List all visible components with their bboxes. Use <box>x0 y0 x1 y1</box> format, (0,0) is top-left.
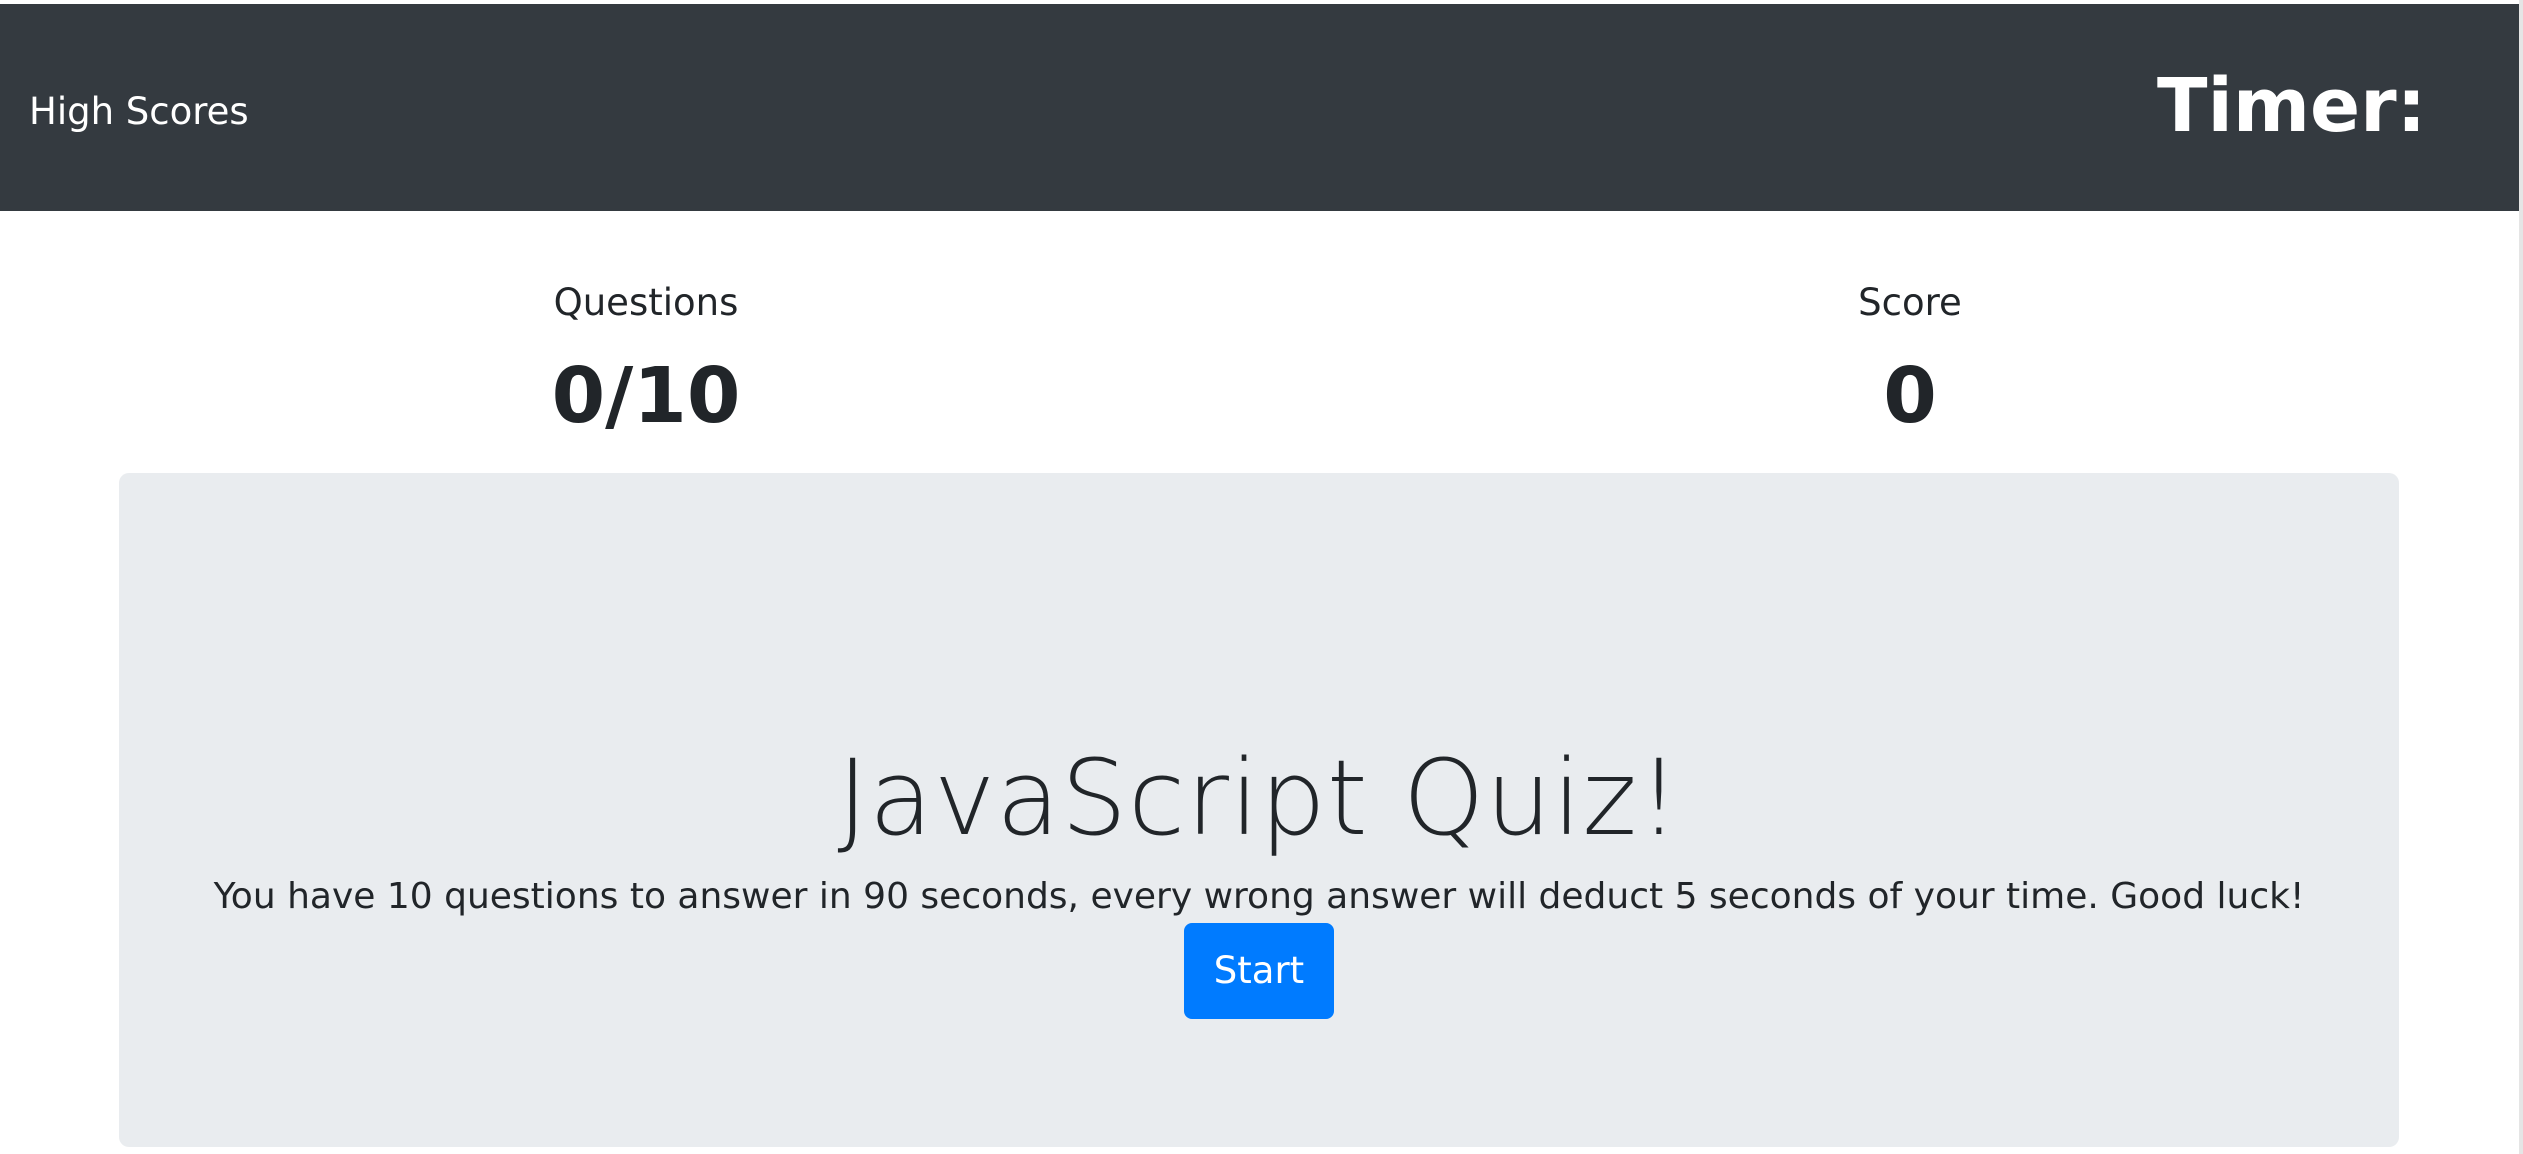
quiz-page: High Scores Timer: Questions 0/10 Score … <box>0 0 2523 1154</box>
quiz-title: JavaScript Quiz! <box>837 736 1681 859</box>
start-button[interactable]: Start <box>1184 923 1334 1019</box>
questions-label: Questions <box>553 281 739 324</box>
navbar: High Scores Timer: <box>0 4 2523 211</box>
high-scores-link[interactable]: High Scores <box>29 86 249 138</box>
score-label: Score <box>1858 281 1962 324</box>
scrollbar-edge <box>2519 0 2523 1154</box>
timer-label: Timer: <box>2157 63 2427 149</box>
timer: Timer: <box>2157 56 2444 156</box>
score-stat: Score 0 <box>1660 275 2160 447</box>
quiz-intro-panel: JavaScript Quiz! You have 10 questions t… <box>119 473 2399 1147</box>
questions-stat: Questions 0/10 <box>396 275 896 447</box>
score-value: 0 <box>1883 352 1937 441</box>
questions-value: 0/10 <box>551 352 741 441</box>
quiz-instructions: You have 10 questions to answer in 90 se… <box>213 876 2305 917</box>
